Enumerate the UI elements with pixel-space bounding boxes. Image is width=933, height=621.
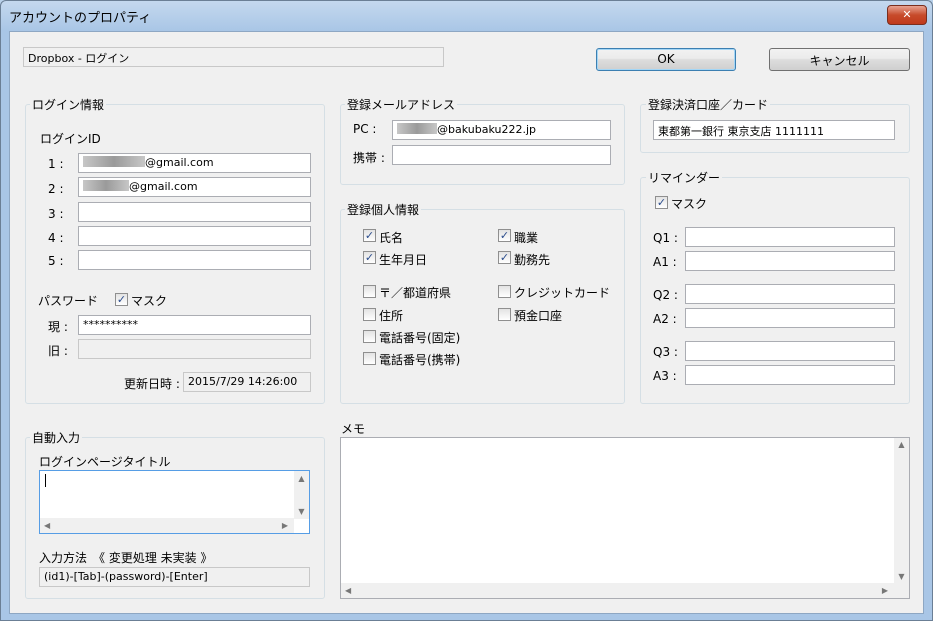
ok-button[interactable]: OK — [596, 48, 736, 71]
login-id-4-input[interactable] — [78, 226, 311, 246]
login-id-5-label: 5 : — [48, 254, 64, 268]
personal-occupation-label: 職業 — [514, 231, 539, 245]
reminder-q1-label: Q1 : — [653, 231, 678, 245]
password-mask-label: マスク — [131, 294, 168, 308]
personal-workplace-label: 勤務先 — [514, 253, 551, 267]
password-current-input[interactable]: ********** — [78, 315, 311, 335]
memo-textarea[interactable]: ▲ ▼ ◀ ▶ — [340, 437, 910, 599]
password-current-label: 現 : — [48, 320, 68, 334]
login-id-2-input[interactable]: @gmail.com — [78, 177, 311, 197]
personal-bank-account-label: 預金口座 — [514, 309, 563, 323]
personal-occupation-checkbox[interactable]: ✓ — [498, 229, 511, 242]
personal-postal-checkbox[interactable] — [363, 285, 376, 298]
password-old-field — [78, 339, 311, 359]
password-mask-checkbox[interactable]: ✓ — [115, 293, 128, 306]
reminder-mask-label: マスク — [671, 197, 708, 211]
personal-address-checkbox[interactable] — [363, 308, 376, 321]
payment-legend: 登録決済口座／カード — [646, 96, 771, 113]
account-name-field: Dropbox - ログイン — [23, 47, 444, 67]
personal-credit-card-label: クレジットカード — [514, 286, 611, 300]
personal-workplace-checkbox[interactable]: ✓ — [498, 251, 511, 264]
dialog-client-area: Dropbox - ログイン OK キャンセル ログイン情報 ログインID 1 … — [9, 31, 924, 614]
email-pc-label: PC : — [353, 122, 377, 136]
memo-label: メモ — [341, 422, 366, 436]
reminder-a3-input[interactable] — [685, 365, 895, 385]
scroll-right-icon[interactable]: ▶ — [282, 518, 288, 533]
login-id-1-input[interactable]: @gmail.com — [78, 153, 311, 173]
email-mobile-label: 携帯 : — [353, 151, 385, 165]
autofill-legend: 自動入力 — [30, 429, 83, 446]
scrollbar-corner — [894, 583, 909, 598]
personal-postal-label: 〒／都道府県 — [379, 286, 452, 300]
cancel-button[interactable]: キャンセル — [769, 48, 910, 71]
login-id-5-input[interactable] — [78, 250, 311, 270]
redacted-text — [83, 156, 145, 167]
close-button[interactable]: ✕ — [887, 5, 927, 25]
personal-birthdate-label: 生年月日 — [379, 253, 428, 267]
input-method-label: 入力方法 《 変更処理 未実装 》 — [39, 551, 213, 565]
email-mobile-input[interactable] — [392, 145, 611, 165]
email-legend: 登録メールアドレス — [345, 96, 458, 113]
reminder-a3-label: A3 : — [653, 369, 677, 383]
login-page-title-textarea[interactable]: ▲ ▼ ◀ ▶ — [39, 470, 310, 534]
horizontal-scrollbar[interactable]: ◀ ▶ — [40, 518, 294, 533]
redacted-text — [83, 180, 129, 191]
reminder-q3-label: Q3 : — [653, 345, 678, 359]
reminder-a1-input[interactable] — [685, 251, 895, 271]
dialog-window: アカウントのプロパティ ✕ Dropbox - ログイン OK キャンセル ログ… — [0, 0, 933, 621]
email-pc-input[interactable]: @bakubaku222.jp — [392, 120, 611, 140]
memo-horizontal-scrollbar[interactable]: ◀ ▶ — [341, 583, 894, 598]
personal-name-label: 氏名 — [379, 231, 404, 245]
reminder-q2-input[interactable] — [685, 284, 895, 304]
vertical-scrollbar[interactable]: ▲ ▼ — [294, 471, 309, 519]
personal-info-legend: 登録個人情報 — [345, 201, 422, 218]
payment-input[interactable]: 東都第一銀行 東京支店 1111111 — [653, 120, 895, 140]
login-id-label: ログインID — [40, 132, 101, 146]
scroll-up-icon[interactable]: ▲ — [294, 471, 309, 486]
scroll-down-icon[interactable]: ▼ — [294, 504, 309, 519]
reminder-a2-input[interactable] — [685, 308, 895, 328]
login-id-3-input[interactable] — [78, 202, 311, 222]
memo-scroll-up-icon[interactable]: ▲ — [894, 440, 909, 449]
password-label: パスワード — [38, 294, 99, 308]
close-icon: ✕ — [902, 8, 912, 21]
reminder-legend: リマインダー — [646, 169, 723, 186]
memo-vertical-scrollbar[interactable]: ▲ ▼ — [894, 438, 909, 583]
reminder-q2-label: Q2 : — [653, 288, 678, 302]
login-id-2-label: 2 : — [48, 182, 64, 196]
reminder-q1-input[interactable] — [685, 227, 895, 247]
reminder-a2-label: A2 : — [653, 312, 677, 326]
scroll-left-icon[interactable]: ◀ — [44, 518, 50, 533]
login-id-1-label: 1 : — [48, 157, 64, 171]
login-id-4-label: 4 : — [48, 231, 64, 245]
personal-phone-fixed-checkbox[interactable] — [363, 330, 376, 343]
memo-scroll-down-icon[interactable]: ▼ — [894, 572, 909, 581]
personal-bank-account-checkbox[interactable] — [498, 308, 511, 321]
personal-phone-mobile-checkbox[interactable] — [363, 352, 376, 365]
login-page-title-label: ログインページタイトル — [39, 455, 171, 469]
window-title: アカウントのプロパティ — [9, 11, 152, 26]
personal-phone-mobile-label: 電話番号(携帯) — [379, 353, 461, 367]
personal-phone-fixed-label: 電話番号(固定) — [379, 331, 461, 345]
personal-birthdate-checkbox[interactable]: ✓ — [363, 251, 376, 264]
reminder-mask-checkbox[interactable]: ✓ — [655, 196, 668, 209]
password-old-label: 旧 : — [48, 344, 68, 358]
memo-scroll-left-icon[interactable]: ◀ — [345, 583, 351, 598]
personal-address-label: 住所 — [379, 309, 404, 323]
updated-datetime-label: 更新日時 : — [124, 377, 180, 391]
login-info-legend: ログイン情報 — [30, 96, 107, 113]
updated-datetime-field: 2015/7/29 14:26:00 — [183, 372, 311, 392]
memo-scroll-right-icon[interactable]: ▶ — [882, 583, 888, 598]
personal-name-checkbox[interactable]: ✓ — [363, 229, 376, 242]
reminder-a1-label: A1 : — [653, 255, 677, 269]
reminder-q3-input[interactable] — [685, 341, 895, 361]
redacted-text — [397, 123, 437, 134]
input-method-field: (id1)-[Tab]-(password)-[Enter] — [39, 567, 310, 587]
text-cursor — [45, 474, 46, 487]
personal-credit-card-checkbox[interactable] — [498, 285, 511, 298]
login-id-3-label: 3 : — [48, 207, 64, 221]
